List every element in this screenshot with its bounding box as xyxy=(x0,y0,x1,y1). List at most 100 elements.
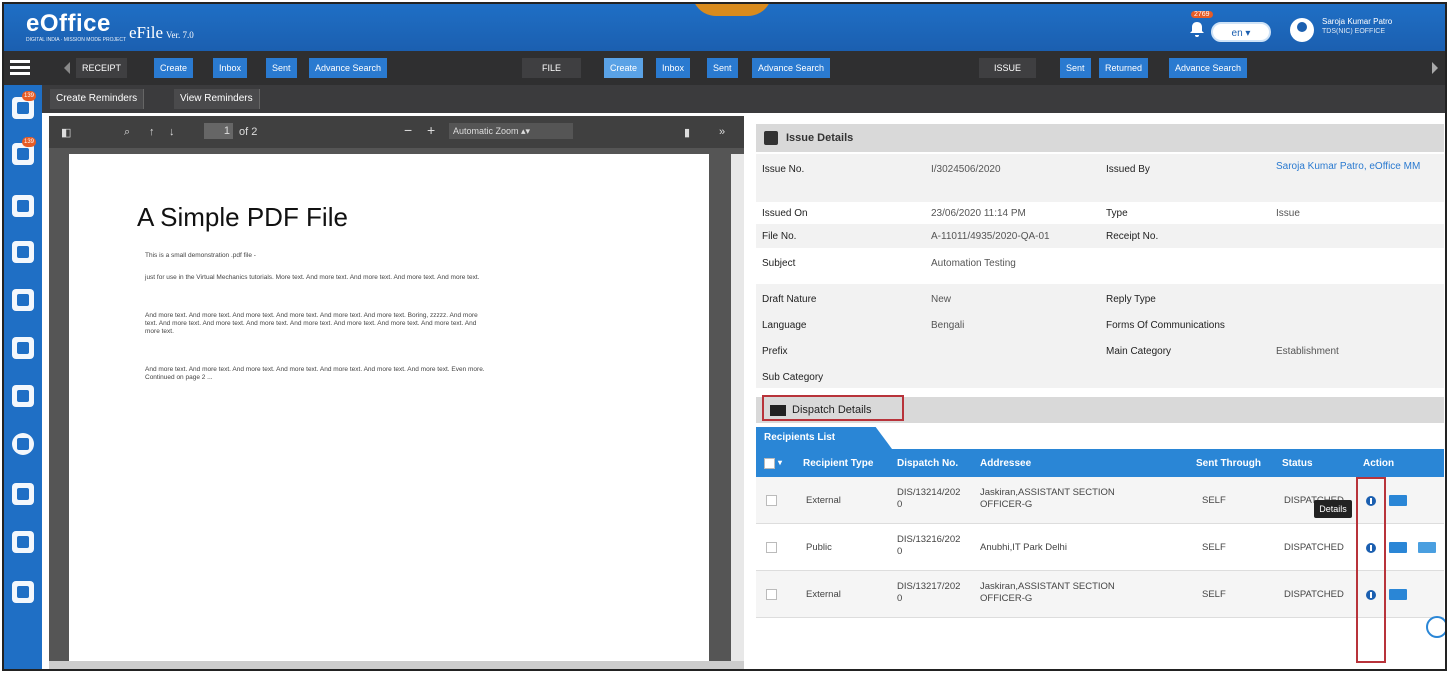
receipt-no-label: Receipt No. xyxy=(1106,231,1159,242)
pdf-horizontal-scrollbar[interactable] xyxy=(49,661,744,669)
zoom-select[interactable]: Automatic Zoom ▴▾ xyxy=(449,123,573,139)
sidebar-mail-icon[interactable] xyxy=(12,195,34,217)
dispatch-mail-icon[interactable] xyxy=(1389,589,1407,600)
pdf-title: A Simple PDF File xyxy=(137,202,348,232)
floating-action-icon[interactable] xyxy=(1426,616,1445,638)
zoom-out-icon[interactable]: − xyxy=(404,122,412,138)
main-menubar: RECEIPT Create Inbox Sent Advance Search… xyxy=(4,51,1445,85)
menu-section-receipt[interactable]: RECEIPT xyxy=(76,58,128,78)
issued-on-label: Issued On xyxy=(762,208,808,219)
menu-receipt-create[interactable]: Create xyxy=(154,58,194,78)
menu-file-advance-search[interactable]: Advance Search xyxy=(752,58,831,78)
draft-nature-label: Draft Nature xyxy=(762,294,817,305)
pdf-toolbar: ◧ ⌕ ↑ ↓ 1 of 2 − + Automatic Zoom ▴▾ ▮ » xyxy=(49,116,744,148)
scroll-right-icon[interactable] xyxy=(1432,62,1438,74)
row-checkbox[interactable] xyxy=(766,495,777,506)
user-name: Saroja Kumar Patro xyxy=(1322,17,1393,26)
page-total: of 2 xyxy=(239,126,258,138)
pdf-page: A Simple PDF File This is a small demons… xyxy=(69,154,709,669)
menu-section-issue[interactable]: ISSUE xyxy=(979,58,1037,78)
dispatch-mail-icon[interactable] xyxy=(1389,542,1407,553)
select-all-checkbox[interactable] xyxy=(764,458,775,469)
sidebar-user-file-icon[interactable] xyxy=(12,289,34,311)
issue-details-icon xyxy=(764,131,778,145)
dispatch-no: DIS/13214/2020 xyxy=(897,487,961,510)
top-pull-tab[interactable] xyxy=(692,4,772,16)
table-row: External DIS/13217/2020 Jaskiran,ASSISTA… xyxy=(756,571,1444,618)
user-info[interactable]: Saroja Kumar Patro TDS(NIC) EOFFICE xyxy=(1322,17,1392,37)
sidebar-home-icon[interactable] xyxy=(12,241,34,263)
row-checkbox[interactable] xyxy=(766,542,777,553)
pdf-paragraph-2: just for use in the Virtual Mechanics tu… xyxy=(145,274,480,281)
create-reminders-button[interactable]: Create Reminders xyxy=(50,89,145,109)
sidebar-user-settings-icon[interactable] xyxy=(12,581,34,603)
pdf-viewer: ◧ ⌕ ↑ ↓ 1 of 2 − + Automatic Zoom ▴▾ ▮ »… xyxy=(49,116,744,669)
language-selector[interactable]: en ▾ xyxy=(1211,22,1271,42)
sidebar-document-icon[interactable] xyxy=(12,337,34,359)
menu-issue-advance-search[interactable]: Advance Search xyxy=(1169,58,1248,78)
column-status[interactable]: Status xyxy=(1282,458,1313,469)
pdf-paragraph-3: And more text. And more text. And more t… xyxy=(145,312,478,335)
tools-menu-icon[interactable]: » xyxy=(719,126,725,138)
menu-issue-sent[interactable]: Sent xyxy=(1060,58,1091,78)
column-addressee[interactable]: Addressee xyxy=(980,458,1031,469)
language-value: en xyxy=(1231,28,1243,39)
addressee: Jaskiran,ASSISTANT SECTION OFFICER-G xyxy=(980,487,1115,510)
pdf-scrollbar[interactable] xyxy=(731,154,744,667)
sidebar-badge-2: 139 xyxy=(22,137,36,147)
sidebar-archive-icon[interactable] xyxy=(12,531,34,553)
issue-no-label: Issue No. xyxy=(762,164,805,175)
details-tooltip: Details xyxy=(1314,500,1352,518)
recipients-list-tab[interactable]: Recipients List xyxy=(756,427,892,449)
sidebar-circle-icon[interactable] xyxy=(12,433,34,455)
column-dispatch-no[interactable]: Dispatch No. xyxy=(897,458,958,469)
details-row-bg xyxy=(756,284,1444,388)
column-sent-through[interactable]: Sent Through xyxy=(1196,458,1261,469)
sent-through: SELF xyxy=(1202,495,1226,506)
draft-nature-value: New xyxy=(931,294,952,305)
recipients-table-header: ▾ Recipient Type Dispatch No. Addressee … xyxy=(756,449,1444,477)
next-page-icon[interactable]: ↓ xyxy=(169,126,175,138)
issued-by-label: Issued By xyxy=(1106,164,1150,175)
action-column-highlight xyxy=(1356,477,1386,663)
menu-section-file[interactable]: FILE xyxy=(522,58,582,78)
menu-receipt-sent[interactable]: Sent xyxy=(266,58,297,78)
bell-icon[interactable] xyxy=(1188,20,1206,38)
dispatch-no: DIS/13217/2020 xyxy=(897,581,961,604)
menu-file-inbox[interactable]: Inbox xyxy=(656,58,691,78)
recipient-type: External xyxy=(806,495,841,506)
dispatch-mail-icon[interactable] xyxy=(1389,495,1407,506)
menu-file-create[interactable]: Create xyxy=(604,58,644,78)
scroll-left-icon[interactable] xyxy=(64,62,70,74)
sidebar-settings-doc-icon[interactable] xyxy=(12,385,34,407)
resend-mail-icon[interactable] xyxy=(1418,542,1436,553)
search-icon[interactable]: ⌕ xyxy=(124,126,130,139)
menu-receipt-inbox[interactable]: Inbox xyxy=(213,58,248,78)
column-recipient-type[interactable]: Recipient Type xyxy=(803,458,873,469)
language-label: Language xyxy=(762,320,807,331)
download-icon[interactable]: ▮ xyxy=(684,126,690,139)
issue-details-header: Issue Details xyxy=(756,124,1444,152)
select-all-dropdown-icon[interactable]: ▾ xyxy=(778,458,782,467)
menu-file-sent[interactable]: Sent xyxy=(707,58,738,78)
sidebar-toggle-icon[interactable]: ◧ xyxy=(61,126,71,139)
sidebar-folder-icon[interactable] xyxy=(12,483,34,505)
page-number-input[interactable]: 1 xyxy=(204,123,233,139)
language-value: Bengali xyxy=(931,320,965,331)
zoom-in-icon[interactable]: + xyxy=(427,122,435,138)
issued-by-link[interactable]: Saroja Kumar Patro, eOffice MM xyxy=(1276,160,1436,174)
view-reminders-button[interactable]: View Reminders xyxy=(174,89,260,109)
app-title: eFile xyxy=(129,23,163,42)
file-no-label: File No. xyxy=(762,231,797,242)
avatar[interactable] xyxy=(1290,18,1314,42)
forms-of-communications-label: Forms Of Communications xyxy=(1106,320,1225,331)
row-checkbox[interactable] xyxy=(766,589,777,600)
hamburger-menu-icon[interactable] xyxy=(10,57,30,77)
issued-on-value: 23/06/2020 11:14 PM xyxy=(931,208,1026,219)
subject-label: Subject xyxy=(762,258,796,269)
menu-receipt-advance-search[interactable]: Advance Search xyxy=(309,58,388,78)
prev-page-icon[interactable]: ↑ xyxy=(149,126,155,138)
pdf-paragraph-1: This is a small demonstration .pdf file … xyxy=(145,252,256,259)
user-office: TDS(NIC) EOFFICE xyxy=(1322,28,1385,35)
menu-issue-returned[interactable]: Returned xyxy=(1099,58,1149,78)
